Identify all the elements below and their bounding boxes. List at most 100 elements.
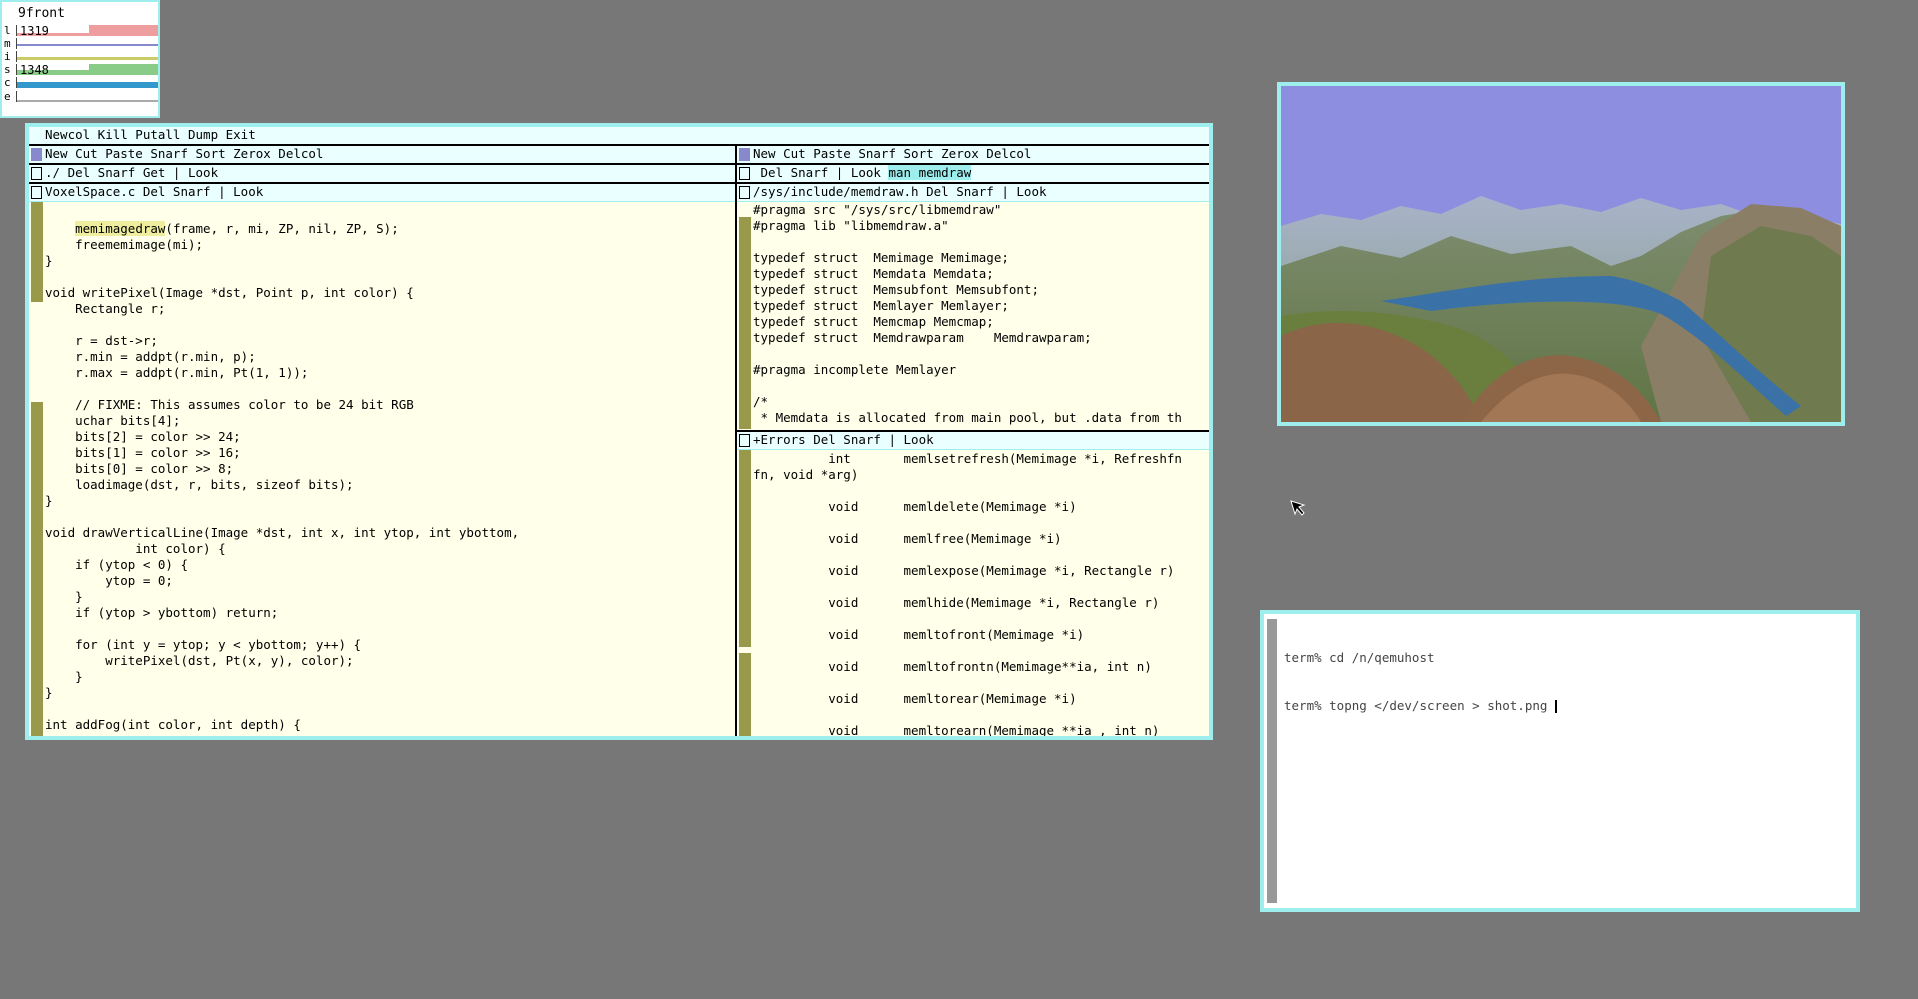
window-handle[interactable] (739, 167, 750, 180)
code-line: bits[1] = color >> 16; (45, 445, 241, 460)
main-tag-text[interactable]: Newcol Kill Putall Dump Exit (45, 127, 256, 143)
code-line: } (45, 589, 83, 604)
code-line: void writePixel(Image *dst, Point p, int… (45, 285, 414, 300)
code-line: void memldelete(Memimage *i) (753, 499, 1077, 514)
terminal-line: term% topng </dev/screen > shot.png (1284, 698, 1557, 713)
memdraw-body[interactable]: #pragma src "/sys/src/libmemdraw" #pragma… (753, 202, 1205, 429)
code-line: fn, void *arg) (753, 467, 859, 482)
code-line: #pragma incomplete Memlayer (753, 362, 957, 377)
memdraw-window-tag[interactable]: /sys/include/memdraw.h Del Snarf | Look (737, 184, 1209, 201)
terminal-scrollbar[interactable] (1267, 619, 1277, 903)
code-line: /* (753, 394, 769, 409)
code-line: typedef struct Memcmap Memcmap; (753, 314, 994, 329)
code-line: typedef struct Memimage Memimage; (753, 250, 1009, 265)
voxelspace-window-tag[interactable]: VoxelSpace.c Del Snarf | Look (29, 184, 735, 201)
code-line: bits[2] = color >> 24; (45, 429, 241, 444)
terrain-render (1281, 86, 1841, 422)
terminal-body[interactable]: term% cd /n/qemuhost term% topng </dev/s… (1284, 618, 1557, 746)
voxelspace-scrollbar[interactable] (31, 202, 43, 736)
code-line: typedef struct Memsubfont Memsubfont; (753, 282, 1039, 297)
stats-row-memory: m (2, 37, 158, 50)
code-line: r.min = addpt(r.min, p); (45, 349, 256, 364)
mouse-pointer-icon (1290, 500, 1306, 516)
code-line: void memltorear(Memimage *i) (753, 691, 1077, 706)
stats-title: 9front (18, 6, 65, 21)
code-line: #pragma lib "libmemdraw.a" (753, 218, 949, 233)
code-line: * Memdata is allocated from main pool, b… (753, 410, 1182, 425)
acme-main-tag[interactable]: Newcol Kill Putall Dump Exit (29, 127, 1209, 144)
man-command-selection[interactable]: man memdraw (888, 165, 972, 180)
column-handle[interactable] (31, 148, 42, 161)
window-handle[interactable] (739, 434, 750, 447)
stats-row-syscall: s 1348 (2, 63, 158, 77)
man-window-tag[interactable]: Del Snarf | Look man memdraw (737, 165, 1209, 182)
stats-row-ether: e (2, 90, 158, 103)
code-line: } (45, 253, 53, 268)
code-line: int color) { (45, 541, 226, 556)
column-handle[interactable] (739, 148, 750, 161)
errors-window-tag[interactable]: +Errors Del Snarf | Look (737, 432, 1209, 449)
code-line: if (ytop > ybottom) return; (45, 605, 279, 620)
errors-scrollbar[interactable] (739, 450, 751, 736)
acme-window[interactable]: Newcol Kill Putall Dump Exit New Cut Pas… (25, 123, 1213, 740)
window-handle[interactable] (739, 186, 750, 199)
left-column-tag[interactable]: New Cut Paste Snarf Sort Zerox Delcol (29, 146, 735, 163)
code-line: void memltofrontn(Memimage**ia, int n) (753, 659, 1152, 674)
dir-window-tag[interactable]: ./ Del Snarf Get | Look (29, 165, 735, 182)
code-line: r.max = addpt(r.min, Pt(1, 1)); (45, 365, 309, 380)
window-handle[interactable] (31, 186, 42, 199)
code-line: int addFog(int color, int depth) { (45, 717, 301, 732)
window-handle[interactable] (31, 167, 42, 180)
code-line: void memltorearn(Memimage **ia , int n) (753, 723, 1160, 736)
code-line: memimagedraw(frame, r, mi, ZP, nil, ZP, … (75, 221, 399, 236)
code-line: loadimage(dst, r, bits, sizeof bits); (45, 477, 354, 492)
code-line: void memlhide(Memimage *i, Rectangle r) (753, 595, 1160, 610)
stats-row-load: l 1319 (2, 24, 158, 38)
code-line: freememimage(mi); (45, 237, 204, 252)
stats-window[interactable]: 9front l 1319 m i s 1348 c e (0, 0, 160, 118)
text-cursor (1554, 700, 1557, 713)
code-line: } (45, 685, 53, 700)
code-line: void drawVerticalLine(Image *dst, int x,… (45, 525, 520, 540)
terminal-line: term% cd /n/qemuhost (1284, 650, 1435, 665)
voxelspace-render-window[interactable] (1277, 82, 1845, 426)
code-line: ytop = 0; (45, 573, 173, 588)
stats-row-context: c (2, 76, 158, 89)
code-line: if (ytop < 0) { (45, 557, 188, 572)
terminal-window[interactable]: term% cd /n/qemuhost term% topng </dev/s… (1260, 610, 1860, 912)
code-line: int memlsetrefresh(Memimage *i, Refreshf… (753, 451, 1182, 466)
stats-syscall-value: 1348 (20, 63, 49, 77)
code-line: } (45, 493, 53, 508)
voxelspace-body[interactable]: memimagedraw(frame, r, mi, ZP, nil, ZP, … (45, 205, 731, 733)
code-line: void memlexpose(Memimage *i, Rectangle r… (753, 563, 1175, 578)
right-column-tag[interactable]: New Cut Paste Snarf Sort Zerox Delcol (737, 146, 1209, 163)
code-line: r = dst->r; (45, 333, 158, 348)
code-line: } (45, 669, 83, 684)
code-line: typedef struct Memdata Memdata; (753, 266, 994, 281)
code-line: typedef struct Memdrawparam Memdrawparam… (753, 330, 1092, 345)
errors-body[interactable]: int memlsetrefresh(Memimage *i, Refreshf… (753, 451, 1205, 736)
code-line: for (int y = ytop; y < ybottom; y++) { (45, 637, 362, 652)
memdraw-scrollbar[interactable] (739, 202, 751, 429)
code-line: #pragma src "/sys/src/libmemdraw" (753, 202, 1002, 217)
code-line: bits[0] = color >> 8; (45, 461, 234, 476)
code-line: void memltofront(Memimage *i) (753, 627, 1085, 642)
code-line: void memlfree(Memimage *i) (753, 531, 1062, 546)
